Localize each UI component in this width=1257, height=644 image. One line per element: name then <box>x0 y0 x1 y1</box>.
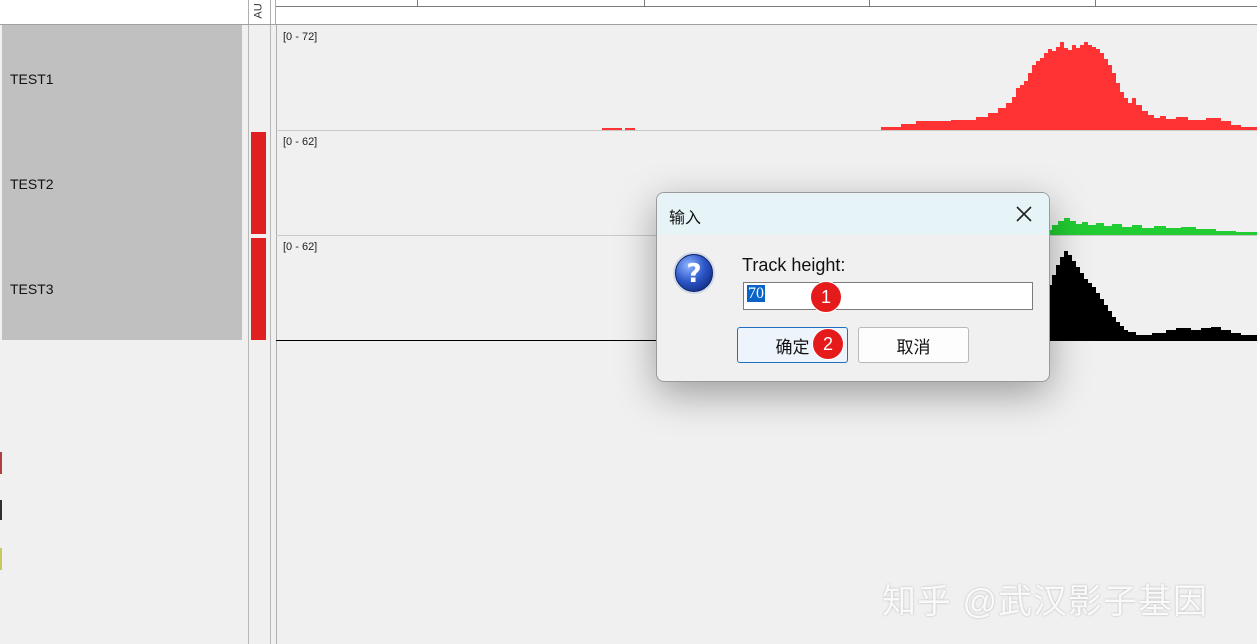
edge-mark <box>0 500 2 520</box>
ruler-tick <box>1095 0 1096 6</box>
input-dialog: 输入 ? Track height: 70 确定 取消 <box>656 192 1050 382</box>
step-badge-1: 1 <box>810 281 842 313</box>
attribute-column-header[interactable]: AU <box>249 0 269 22</box>
panel-divider <box>270 25 271 644</box>
header-divider <box>270 0 271 24</box>
track-height-value: 70 <box>747 285 765 302</box>
attribute-cell-test2[interactable] <box>251 132 266 234</box>
question-icon: ? <box>671 250 717 296</box>
ruler-header <box>0 0 1257 25</box>
close-button[interactable] <box>1007 199 1041 229</box>
ruler-axis <box>276 6 1257 7</box>
step-badge-2: 2 <box>812 328 844 360</box>
dialog-titlebar[interactable] <box>657 193 1049 235</box>
header-divider <box>275 0 276 24</box>
svg-text:?: ? <box>686 259 701 289</box>
track-name-test1[interactable]: TEST1 <box>10 71 210 87</box>
close-icon <box>1016 206 1032 222</box>
track-name-test2[interactable]: TEST2 <box>10 176 210 192</box>
track-height-input[interactable]: 70 <box>743 282 1033 310</box>
track-test1-coverage <box>602 42 1257 130</box>
track-test2-coverage <box>1048 218 1257 235</box>
cancel-button[interactable]: 取消 <box>858 327 969 363</box>
panel-divider <box>248 25 249 644</box>
ruler-tick <box>869 0 870 6</box>
ruler-tick <box>417 0 418 6</box>
edge-mark <box>0 548 2 570</box>
dialog-title: 输入 <box>669 210 702 227</box>
track-name-test3[interactable]: TEST3 <box>10 281 210 297</box>
edge-mark <box>0 452 2 474</box>
track-test3-coverage <box>1048 251 1257 340</box>
attribute-cell-test3[interactable] <box>251 238 266 340</box>
ruler-tick <box>644 0 645 6</box>
track-height-label: Track height: <box>742 255 846 275</box>
watermark: 知乎 @武汉影子基因 <box>882 583 1208 621</box>
